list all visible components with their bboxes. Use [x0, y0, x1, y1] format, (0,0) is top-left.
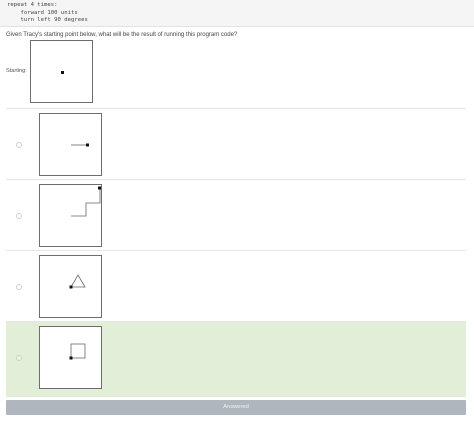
code-line: forward 100 units	[7, 9, 78, 16]
answer-option-d[interactable]	[6, 321, 466, 397]
option-canvas	[39, 255, 102, 318]
code-line: turn left 90 degrees	[7, 17, 88, 24]
question-text: Given Tracy's starting point below, what…	[6, 32, 238, 38]
option-canvas	[39, 113, 102, 176]
radio-button[interactable]	[16, 213, 22, 219]
code-line: repeat 4 times:	[7, 2, 58, 8]
turtle-marker	[69, 356, 73, 360]
answer-option-b[interactable]	[6, 179, 466, 249]
answer-option-a[interactable]	[6, 108, 466, 178]
starting-canvas	[30, 40, 93, 103]
option-canvas	[39, 184, 102, 247]
turtle-marker	[86, 143, 89, 147]
radio-button[interactable]	[16, 284, 22, 290]
code-block: repeat 4 times: forward 100 units turn l…	[0, 0, 474, 27]
drawn-path	[71, 188, 101, 217]
turtle-marker	[98, 186, 101, 190]
turtle-marker	[69, 285, 73, 289]
drawn-path	[70, 343, 86, 359]
option-canvas	[39, 326, 102, 389]
answer-option-c[interactable]	[6, 250, 466, 320]
drawn-path	[70, 274, 86, 288]
radio-button[interactable]	[16, 355, 22, 361]
turtle-marker	[61, 71, 64, 74]
answered-button[interactable]: Answered	[6, 400, 466, 415]
radio-button[interactable]	[16, 142, 22, 148]
starting-label: Starting:	[6, 68, 27, 74]
